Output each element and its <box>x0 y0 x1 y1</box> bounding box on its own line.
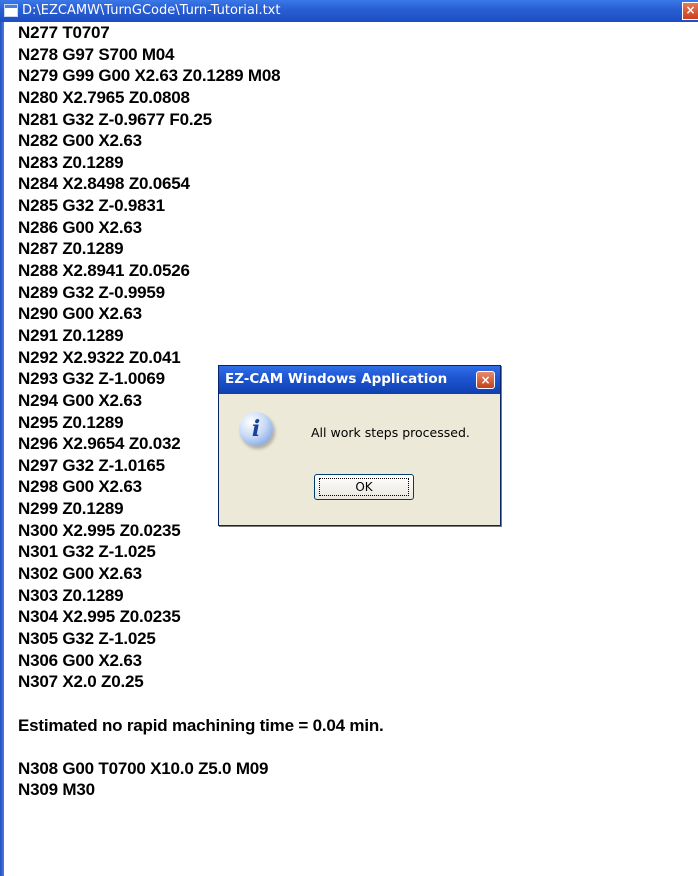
gcode-lines-block: N308 G00 T0700 X10.0 Z5.0 M09 N309 M30 <box>18 758 678 801</box>
gcode-line: N289 G32 Z-0.9959 <box>18 282 165 302</box>
gcode-line: N303 Z0.1289 <box>18 585 124 605</box>
gcode-line: N287 Z0.1289 <box>18 239 124 259</box>
dialog-title: EZ-CAM Windows Application <box>225 371 448 387</box>
gcode-line: N285 G32 Z-0.9831 <box>18 196 165 216</box>
gcode-line: N281 G32 Z-0.9677 F0.25 <box>18 109 212 129</box>
gcode-line: N308 G00 T0700 X10.0 Z5.0 M09 <box>18 758 269 778</box>
gcode-line: N278 G97 S700 M04 <box>18 44 175 64</box>
window-title: D:\EZCAMW\TurnGCode\Turn-Tutorial.txt <box>22 3 281 18</box>
info-icon: i <box>239 412 273 446</box>
window-app-icon <box>4 4 18 17</box>
window-titlebar[interactable]: D:\EZCAMW\TurnGCode\Turn-Tutorial.txt × <box>0 0 698 22</box>
gcode-line: N284 X2.8498 Z0.0654 <box>18 174 190 194</box>
gcode-line: N280 X2.7965 Z0.0808 <box>18 87 190 107</box>
gcode-line: N277 T0707 <box>18 23 110 42</box>
gcode-line: N307 X2.0 Z0.25 <box>18 672 144 692</box>
message-dialog: EZ-CAM Windows Application × i All work … <box>218 365 501 526</box>
gcode-line: N302 G00 X2.63 <box>18 564 142 584</box>
dialog-close-button[interactable]: × <box>476 371 495 389</box>
window-left-border <box>0 22 4 876</box>
gcode-line: N288 X2.8941 Z0.0526 <box>18 261 190 281</box>
gcode-line: N279 G99 G00 X2.63 Z0.1289 M08 <box>18 66 281 86</box>
gcode-line: N286 G00 X2.63 <box>18 217 142 237</box>
gcode-lines-block: N277 T0707 N278 G97 S700 M04 N279 G99 G00 … <box>18 22 678 693</box>
dialog-titlebar[interactable]: EZ-CAM Windows Application × <box>219 366 500 394</box>
gcode-line: N304 X2.995 Z0.0235 <box>18 607 181 627</box>
machining-time-estimate: Estimated no rapid machining time = 0.04… <box>18 715 384 735</box>
ok-button-label: OK <box>319 478 409 496</box>
gcode-line: N290 G00 X2.63 <box>18 304 142 324</box>
gcode-line: N282 G00 X2.63 <box>18 131 142 151</box>
window-close-button[interactable]: × <box>682 2 698 20</box>
dialog-message: All work steps processed. <box>311 425 470 440</box>
text-viewer-window: D:\EZCAMW\TurnGCode\Turn-Tutorial.txt × … <box>0 0 698 876</box>
gcode-line: N309 M30 <box>18 780 95 800</box>
gcode-line: N305 G32 Z-1.025 <box>18 628 156 648</box>
gcode-line: N301 G32 Z-1.025 <box>18 542 156 562</box>
ok-button[interactable]: OK <box>314 474 414 500</box>
gcode-line: N306 G00 X2.63 <box>18 650 142 670</box>
gcode-line: N283 Z0.1289 <box>18 152 124 172</box>
gcode-line: N291 Z0.1289 <box>18 325 124 345</box>
